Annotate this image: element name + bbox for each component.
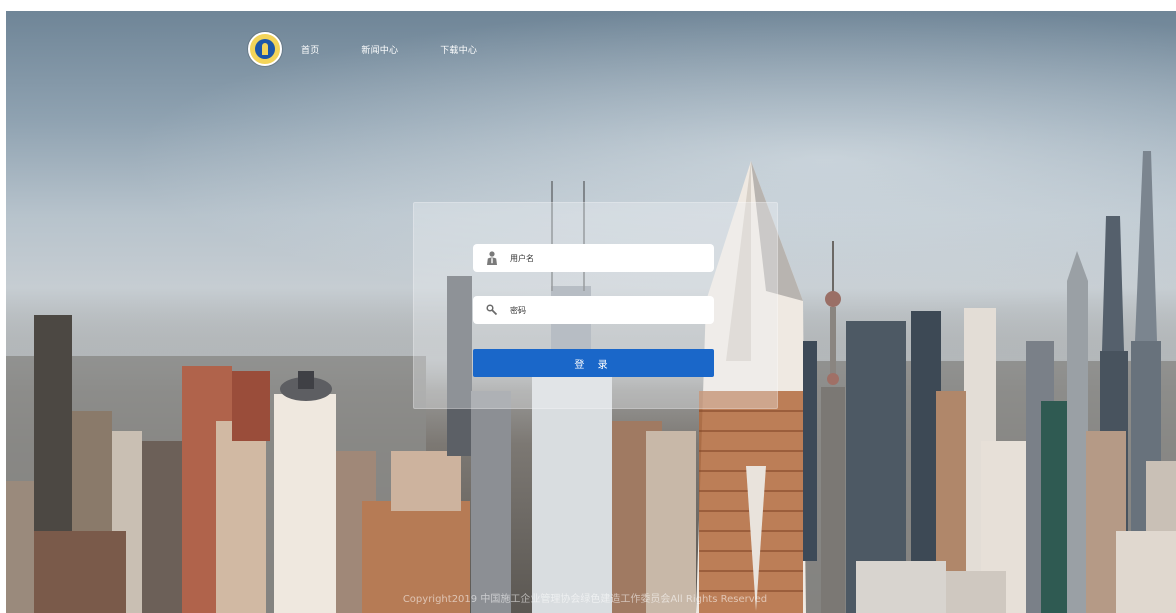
- nav-item-news-center[interactable]: 新闻中心: [361, 43, 398, 56]
- username-placeholder: 用户名: [510, 253, 534, 263]
- password-field[interactable]: 密码: [473, 296, 714, 324]
- logo-emblem-icon[interactable]: [248, 32, 282, 66]
- search-key-icon: [484, 304, 500, 316]
- footer-copyright: Copyright2019 中国施工企业管理协会绿色建造工作委员会All Rig…: [402, 594, 768, 605]
- user-icon: [484, 251, 500, 265]
- nav-item-download-center[interactable]: 下载中心: [440, 43, 477, 56]
- username-field[interactable]: 用户名: [473, 244, 714, 272]
- password-placeholder: 密码: [510, 305, 526, 315]
- nav-links: 首页 新闻中心 下载中心: [301, 43, 477, 56]
- logo-emblem-inner: [255, 39, 275, 59]
- logo-emblem-core: [262, 43, 268, 55]
- login-button[interactable]: 登 录: [473, 349, 714, 377]
- top-navigation: 首页 新闻中心 下载中心: [248, 31, 477, 67]
- nav-item-home[interactable]: 首页: [301, 43, 319, 56]
